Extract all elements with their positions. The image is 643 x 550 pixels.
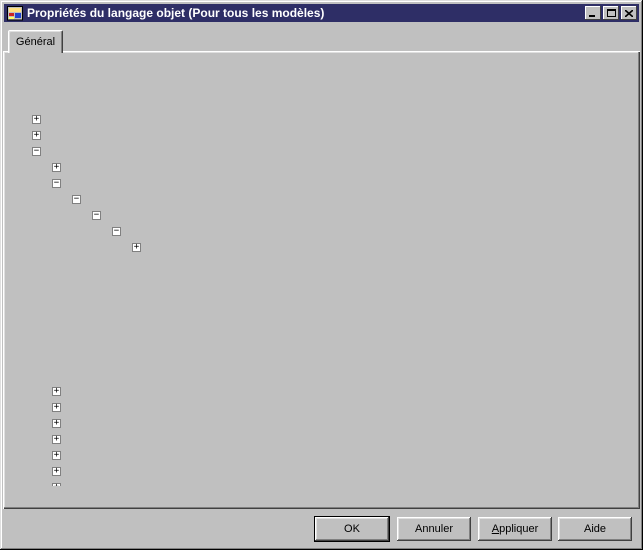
maximize-button[interactable] (603, 6, 619, 20)
expand-plus-icon[interactable]: + (52, 419, 61, 428)
apply-button-label: Appliquer (492, 523, 539, 535)
expand-plus-icon[interactable]: + (32, 115, 41, 124)
apply-button[interactable]: Appliquer (478, 517, 552, 541)
expand-plus-icon[interactable]: + (52, 403, 61, 412)
expand-plus-icon[interactable]: + (52, 483, 61, 486)
tab-page (3, 51, 640, 509)
expand-plus-icon[interactable]: + (52, 467, 61, 476)
close-icon (625, 10, 633, 17)
minimize-button[interactable] (585, 6, 601, 20)
ok-button[interactable]: OK (315, 517, 389, 541)
expand-plus-icon[interactable]: + (52, 451, 61, 460)
tab-general[interactable]: Général (8, 30, 63, 53)
window-title: Propriétés du langage objet (Pour tous l… (27, 6, 324, 20)
ok-button-label: OK (344, 523, 360, 535)
collapse-minus-icon[interactable]: − (72, 195, 81, 204)
cancel-button[interactable]: Annuler (397, 517, 471, 541)
expand-plus-icon[interactable]: + (32, 131, 41, 140)
maximize-icon (607, 9, 616, 17)
tab-label: Général (16, 36, 55, 48)
expand-plus-icon[interactable]: + (52, 387, 61, 396)
collapse-minus-icon[interactable]: − (92, 211, 101, 220)
collapse-minus-icon[interactable]: − (32, 147, 41, 156)
help-button-label: Aide (584, 523, 606, 535)
cancel-button-label: Annuler (415, 523, 453, 535)
collapse-minus-icon[interactable]: − (52, 179, 61, 188)
expand-plus-icon[interactable]: + (132, 243, 141, 252)
title-bar: Propriétés du langage objet (Pour tous l… (4, 4, 639, 22)
app-icon (7, 6, 23, 21)
expand-plus-icon[interactable]: + (52, 435, 61, 444)
help-button[interactable]: Aide (558, 517, 632, 541)
minimize-icon (589, 10, 597, 17)
close-button[interactable] (621, 6, 637, 20)
window: Propriétés du langage objet (Pour tous l… (0, 0, 643, 550)
expand-plus-icon[interactable]: + (52, 163, 61, 172)
collapse-minus-icon[interactable]: − (112, 227, 121, 236)
